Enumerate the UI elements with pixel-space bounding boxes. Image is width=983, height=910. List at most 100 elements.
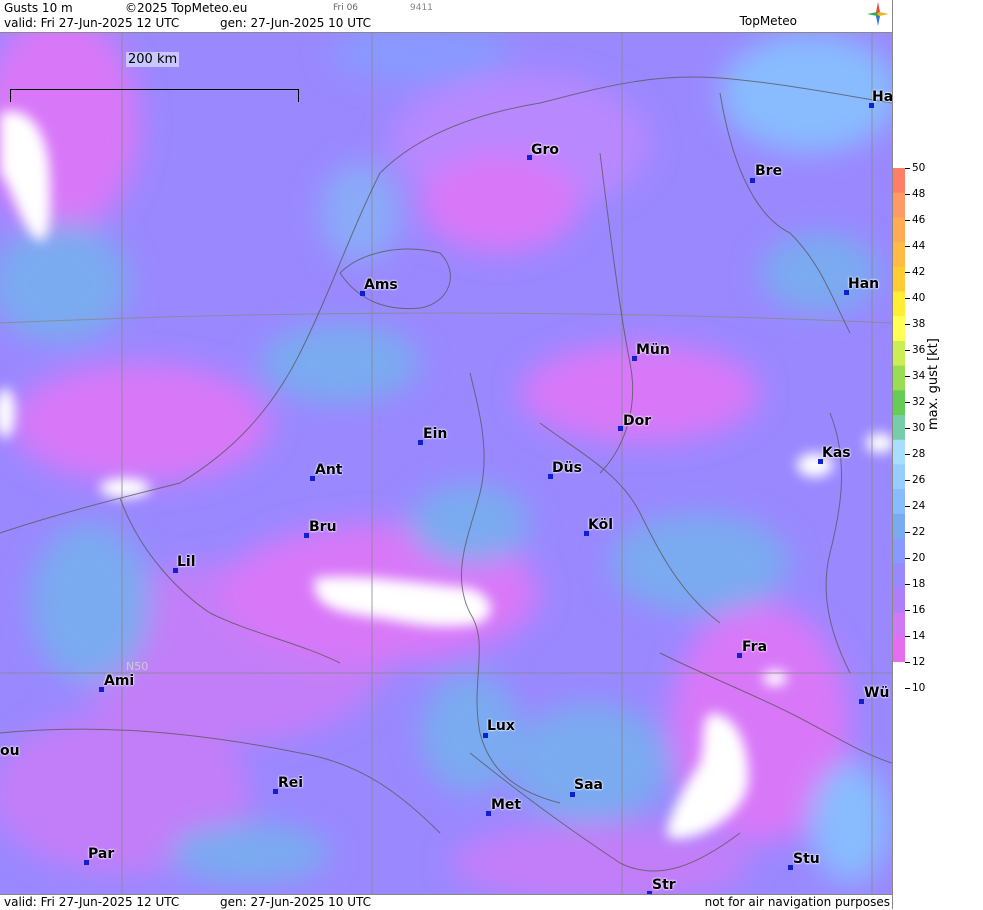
city-label-ha: Ha — [872, 89, 892, 105]
legend-swatch — [893, 612, 905, 638]
legend-swatch — [893, 439, 905, 465]
legend-tick-label: 48 — [912, 188, 926, 200]
legend-tick-label: 14 — [912, 630, 926, 642]
legend-tick-label: 10 — [912, 682, 926, 694]
legend-swatch — [893, 242, 905, 268]
legend-tick-label: 26 — [912, 474, 926, 486]
map-header: Gusts 10 m ©2025 TopMeteo.eu Fri 06 9411… — [0, 0, 892, 33]
legend-tick-mark — [905, 688, 910, 689]
valid-time: valid: Fri 27-Jun-2025 12 UTC — [4, 16, 180, 30]
city-label-gro: Gro — [531, 142, 560, 158]
city-label-wu: Wü — [864, 685, 890, 701]
legend-tick-label: 32 — [912, 396, 926, 408]
latitude-label: N50 — [126, 660, 149, 673]
map-title: Gusts 10 m — [4, 1, 73, 15]
code-label: 9411 — [410, 3, 433, 13]
city-label-dor: Dor — [623, 413, 652, 429]
legend-tick-label: 16 — [912, 604, 926, 616]
legend-swatch — [893, 192, 905, 218]
scale-label: 200 km — [126, 52, 180, 67]
legend-tick-mark — [905, 402, 910, 403]
legend-tick-mark — [905, 220, 910, 221]
city-label-han: Han — [848, 276, 880, 292]
city-label-str: Str — [652, 877, 676, 893]
city-label-fra: Fra — [742, 639, 768, 655]
footer-note: not for air navigation purposes — [704, 895, 890, 909]
legend-tick-label: 42 — [912, 266, 926, 278]
legend-tick-label: 34 — [912, 370, 926, 382]
legend-tick-label: 30 — [912, 422, 926, 434]
legend-tick-label: 12 — [912, 656, 926, 668]
legend-tick-mark — [905, 246, 910, 247]
gust-map[interactable]: 200 km N50 Ha Gro Bre Ams Han Mün Ein Do… — [0, 33, 892, 894]
city-label-rei: Rei — [278, 775, 304, 791]
legend-swatch — [893, 637, 905, 662]
legend-tick-label: 46 — [912, 214, 926, 226]
legend-tick-mark — [905, 610, 910, 611]
legend-swatch — [893, 563, 905, 589]
footer-gen: gen: 27-Jun-2025 10 UTC — [220, 895, 372, 909]
legend-tick-mark — [905, 272, 910, 273]
city-label-bru: Bru — [309, 519, 337, 535]
legend-tick-mark — [905, 662, 910, 663]
legend-tick-mark — [905, 298, 910, 299]
legend-swatch — [893, 340, 905, 367]
gen-time: gen: 27-Jun-2025 10 UTC — [220, 16, 372, 30]
legend-swatch — [893, 415, 905, 441]
legend-tick-mark — [905, 194, 910, 195]
legend-tick-mark — [905, 480, 910, 481]
city-label-ant: Ant — [315, 462, 343, 478]
city-label-ein: Ein — [423, 426, 448, 442]
legend-tick-label: 18 — [912, 578, 926, 590]
city-label-stu: Stu — [793, 851, 820, 867]
legend-tick-mark — [905, 350, 910, 351]
legend-swatch — [893, 217, 905, 243]
legend-tick-label: 38 — [912, 318, 926, 330]
legend-tick-label: 24 — [912, 500, 926, 512]
legend-tick-mark — [905, 636, 910, 637]
legend-tick-mark — [905, 532, 910, 533]
legend-swatch — [893, 513, 905, 539]
legend-swatch — [893, 538, 905, 564]
legend-tick-label: 40 — [912, 292, 926, 304]
city-label-ou: ou — [0, 743, 20, 759]
scale-bar — [10, 89, 299, 102]
run-label: Fri 06 — [333, 3, 359, 13]
legend-title: max. gust [kt] — [926, 338, 941, 430]
city-label-bre: Bre — [755, 163, 783, 179]
brand-logo-text: TopMeteo — [739, 14, 797, 28]
legend-swatch — [893, 464, 905, 490]
city-label-lil: Lil — [177, 554, 196, 570]
legend-tick-mark — [905, 558, 910, 559]
city-label-met: Met — [491, 797, 522, 813]
legend-swatch — [893, 168, 905, 194]
footer-valid: valid: Fri 27-Jun-2025 12 UTC — [4, 895, 180, 909]
legend-tick-label: 50 — [912, 162, 926, 174]
map-footer: valid: Fri 27-Jun-2025 12 UTC gen: 27-Ju… — [0, 894, 892, 910]
legend-tick-label: 28 — [912, 448, 926, 460]
legend-swatch — [893, 489, 905, 515]
legend-tick-mark — [905, 584, 910, 585]
city-label-ams: Ams — [364, 277, 398, 293]
city-label-kol: Köl — [588, 517, 614, 533]
legend-tick-mark — [905, 428, 910, 429]
legend-tick-mark — [905, 324, 910, 325]
legend-swatch — [893, 291, 905, 317]
legend-swatch — [893, 266, 905, 292]
copyright: ©2025 TopMeteo.eu — [125, 1, 248, 15]
city-label-mun: Mün — [636, 342, 670, 358]
legend-tick-mark — [905, 454, 910, 455]
legend-swatch — [893, 316, 905, 342]
compass-logo-icon — [867, 2, 889, 26]
legend-tick-label: 22 — [912, 526, 926, 538]
city-label-dus: Düs — [552, 460, 582, 476]
legend-tick-mark — [905, 376, 910, 377]
city-label-saa: Saa — [574, 777, 603, 793]
legend-tick-mark — [905, 168, 910, 169]
city-label-par: Par — [88, 846, 115, 862]
legend-swatch — [893, 587, 905, 614]
legend-swatch — [893, 365, 905, 391]
city-label-ami: Ami — [104, 673, 135, 689]
city-label-kas: Kas — [822, 445, 851, 461]
legend-colorbar — [893, 168, 905, 662]
